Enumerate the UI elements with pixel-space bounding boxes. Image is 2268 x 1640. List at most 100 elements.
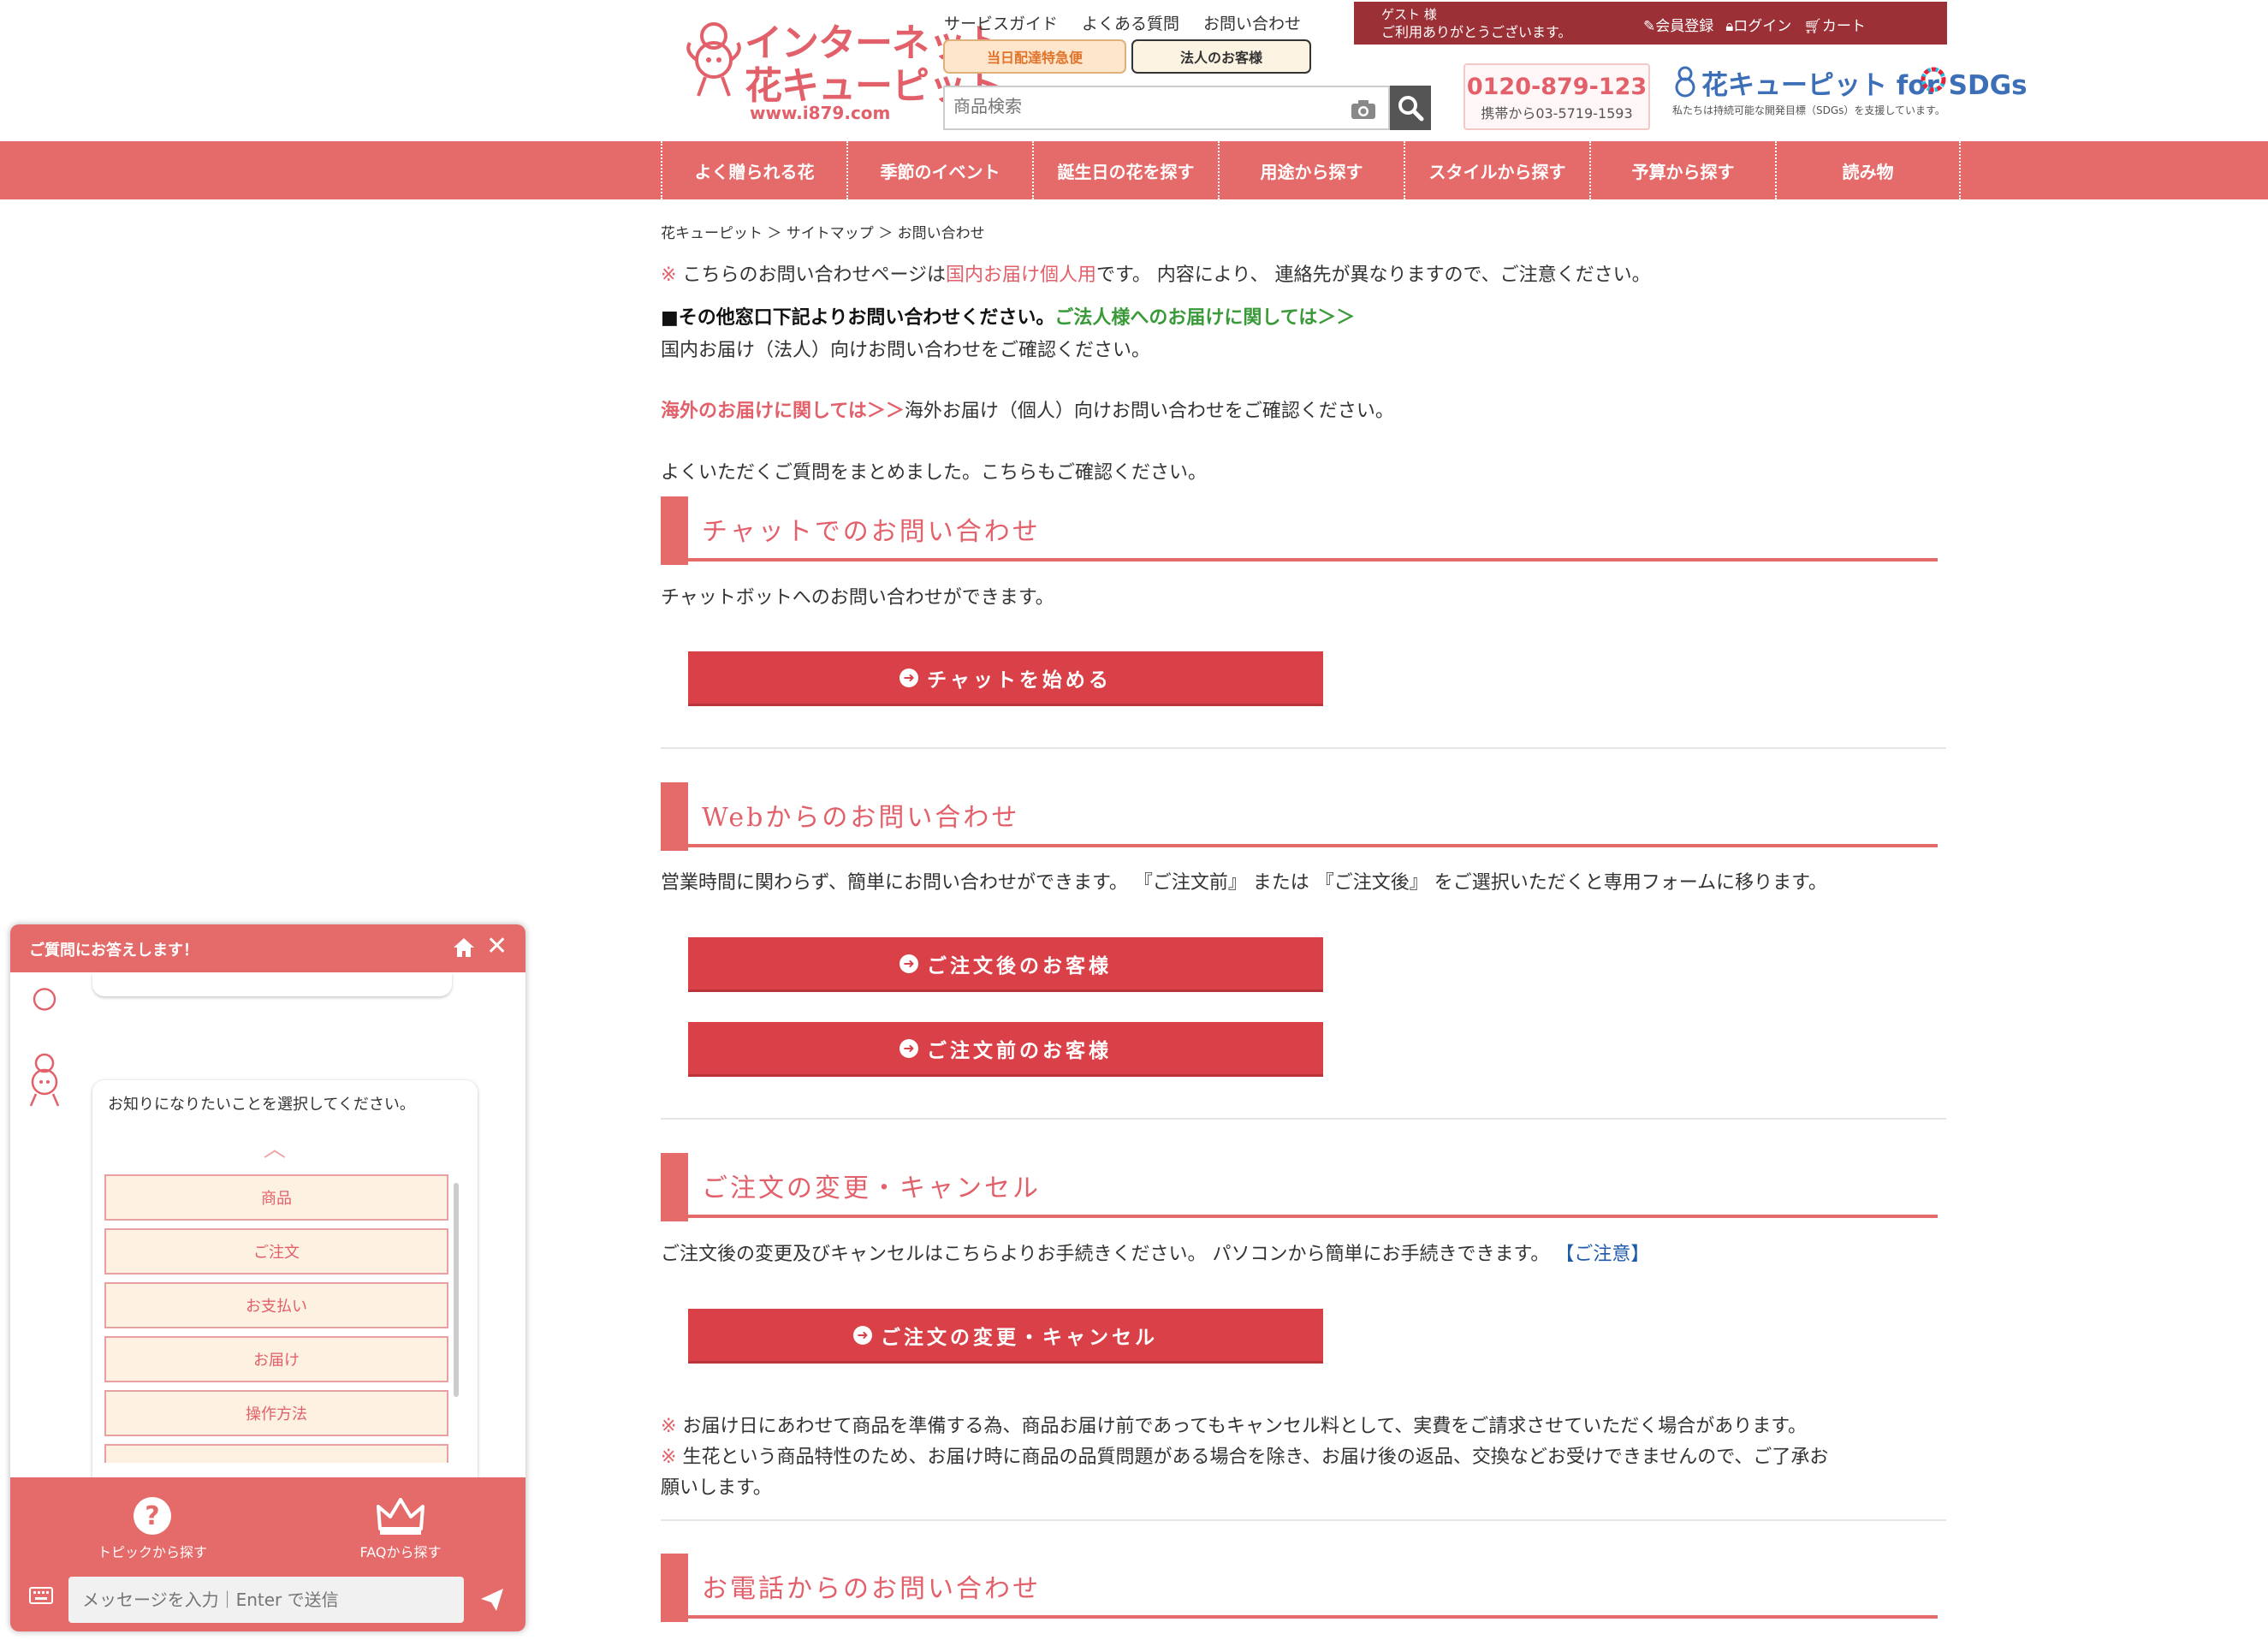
overseas-delivery-link[interactable]: 海外のお届けに関しては＞＞ [661,401,905,422]
choice-product[interactable]: 商品 [104,1174,448,1221]
main-nav: よく贈られる花 季節のイベント 誕生日の花を探す 用途から探す スタイルから探す… [0,141,2268,199]
choice-more[interactable] [104,1444,448,1463]
lock-icon: 🔒︎ [1725,18,1734,35]
notice-mark: ※ [661,1416,677,1437]
guest-message: ご利用ありがとうございます。 [1381,24,1572,40]
register-link[interactable]: ✎会員登録 [1643,14,1713,35]
change-section-desc: ご注文後の変更及びキャンセルはこちらよりお手続きください。 パソコンから簡単にお… [661,1239,1649,1266]
choice-delivery[interactable]: お届け [104,1336,448,1382]
faq-search-button[interactable]: FAQから探す [324,1494,478,1561]
chat-section-desc: チャットボットへのお問い合わせができます。 [661,587,1054,609]
chatbot-message-bubble: お知りになりたいことを選択してください。 ︿ 商品 ご注文 お支払い お届け 操… [92,1080,478,1534]
change-section-title: ご注文の変更・キャンセル [702,1174,1041,1203]
change-cancel-button[interactable]: ➜ ご注文の変更・キャンセル [688,1309,1323,1364]
choice-payment[interactable]: お支払い [104,1282,448,1328]
chatbot-footer: ? トピックから探す FAQから探す [10,1477,525,1631]
sdgs-wheel-icon [1921,67,1946,92]
mascot-icon [33,988,56,1011]
start-chat-button[interactable]: ➜ チャットを始める [688,651,1323,706]
svg-text:?: ? [145,1501,159,1531]
phone-box[interactable]: 0120-879-123 携帯から03-5719-1593 [1464,63,1650,130]
choice-order[interactable]: ご注文 [104,1228,448,1275]
nav-popular-flowers[interactable]: よく贈られる花 [661,141,846,199]
camera-icon[interactable] [1351,99,1376,120]
crown-icon [377,1498,425,1535]
same-day-delivery-button[interactable]: 当日配達特急便 [943,39,1126,74]
search-input[interactable] [953,96,1321,116]
corporate-delivery-link[interactable]: ご法人様へのお届けに関しては＞＞ [1054,307,1355,329]
heading-underline [688,1215,1938,1218]
topic-search-button[interactable]: ? トピックから探す [75,1494,229,1561]
logo-url: www.i879.com [750,103,891,123]
nav-reading[interactable]: 読み物 [1775,141,1961,199]
sdgs-subtitle: 私たちは持続可能な開発目標（SDGs）を支援しています。 [1672,104,1945,116]
chatbot-widget: ご質問にお答えします！ ✕ お知りになりたいことを選択してください。 ︿ 商品 … [10,924,525,1631]
arrow-right-icon: ➜ [899,954,918,973]
cancel-note2: ※ 生花という商品特性のため、お届け時に商品の品質問題がある場合を除き、お届け後… [661,1441,1828,1469]
faq-search-label: FAQから探す [359,1544,442,1560]
other-contact-text: ■その他窓口下記よりお問い合わせください。 [661,307,1055,329]
after-order-button[interactable]: ➜ ご注文後のお客様 [688,937,1323,992]
change-cancel-label: ご注文の変更・キャンセル [881,1326,1158,1349]
close-icon[interactable]: ✕ [486,931,508,961]
arrow-right-icon: ➜ [853,1325,872,1345]
phone-mobile: 携帯から03-5719-1593 [1481,105,1633,122]
choices-scrollbar[interactable] [454,1183,459,1397]
before-order-button[interactable]: ➜ ご注文前のお客様 [688,1022,1323,1077]
phone-section-title: お電話からのお問い合わせ [702,1574,1041,1604]
divider [661,1519,1946,1521]
chat-message-input[interactable] [68,1577,464,1623]
home-icon[interactable] [452,936,476,959]
cart-label: カート [1821,18,1866,35]
question-icon: ? [134,1497,171,1535]
notice-link[interactable]: 【ご注意】 [1555,1244,1649,1265]
chevron-up-icon[interactable]: ︿ [264,1132,286,1163]
nav-by-style[interactable]: スタイルから探す [1404,141,1589,199]
corporate-button[interactable]: 法人のお客様 [1131,39,1311,74]
chatbot-title: ご質問にお答えします！ [29,942,199,960]
start-chat-label: チャットを始める [927,668,1112,692]
nav-seasonal-events[interactable]: 季節のイベント [846,141,1032,199]
cart-link[interactable]: 🛒︎カート [1803,14,1866,35]
breadcrumb[interactable]: 花キューピット ＞ サイトマップ ＞ お問い合わせ [661,221,985,242]
change-section-heading: ご注文の変更・キャンセル [661,1153,1938,1221]
send-icon[interactable] [479,1587,505,1613]
cancel-note3: 願いします。 [661,1477,772,1499]
cupid-small-icon [1675,66,1695,98]
service-guide-link[interactable]: サービスガイド [944,11,1058,34]
sdgs-banner[interactable]: 花キューピット for SDGs 私たちは持続可能な開発目標（SDGs）を支援し… [1672,63,2028,120]
search-button[interactable] [1390,86,1431,130]
heading-bar [661,1554,688,1622]
after-order-label: ご注文後のお客様 [927,954,1112,977]
web-section-heading: Webからのお問い合わせ [661,782,1938,851]
chat-section-heading: チャットでのお問い合わせ [661,496,1938,565]
search-box [943,86,1390,130]
notice-mark: ※ [661,1447,677,1468]
intro-line1-c: です。 内容により、 連絡先が異なりますので、ご注意ください。 [1096,264,1651,286]
domestic-personal-text: 国内お届け個人用 [946,264,1097,286]
contact-link[interactable]: お問い合わせ [1203,11,1301,34]
heading-bar [661,496,688,565]
intro-line5[interactable]: よくいただくご質問をまとめました。こちらもご確認ください。 [661,457,1207,484]
phone-section-heading: お電話からのお問い合わせ [661,1554,1938,1622]
intro-line2: ■その他窓口下記よりお問い合わせください。ご法人様へのお届けに関しては＞＞ [661,302,1355,330]
notice-mark: ※ [661,264,677,286]
web-section-desc: 営業時間に関わらず、簡単にお問い合わせができます。 『ご注文前』 または 『ご注… [661,872,1827,894]
keyboard-icon [29,1587,53,1604]
intro-line4: 海外のお届けに関しては＞＞海外お届け（個人）向けお問い合わせをご確認ください。 [661,395,1394,423]
intro-line1: ※ こちらのお問い合わせページは国内お届け個人用です。 内容により、 連絡先が異… [661,259,1651,287]
cupid-logo-icon [686,22,741,97]
intro-line3: 国内お届け（法人）向けお問い合わせをご確認ください。 [661,340,1151,361]
choice-operation[interactable]: 操作方法 [104,1390,448,1436]
cancel-note1-text: お届け日にあわせて商品を準備する為、商品お届け前であってもキャンセル料として、実… [682,1416,1808,1437]
chatbot-header: ご質問にお答えします！ ✕ [10,924,525,972]
heading-bar [661,782,688,851]
login-link[interactable]: 🔒︎ログイン [1725,14,1791,35]
search-icon [1398,96,1424,122]
chat-section-title: チャットでのお問い合わせ [702,517,1041,547]
nav-birthday-flowers[interactable]: 誕生日の花を探す [1032,141,1218,199]
nav-by-budget[interactable]: 予算から探す [1589,141,1775,199]
nav-by-purpose[interactable]: 用途から探す [1218,141,1404,199]
faq-link[interactable]: よくある質問 [1082,11,1179,34]
heading-underline [688,844,1938,847]
